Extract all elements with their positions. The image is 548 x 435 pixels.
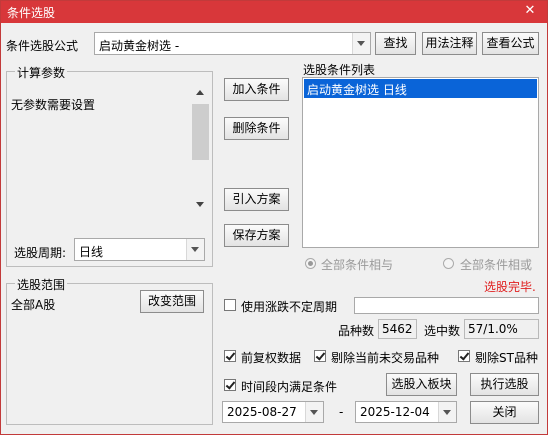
add-to-board-button[interactable]: 选股入板块 xyxy=(386,373,457,396)
scroll-thumb[interactable] xyxy=(192,104,209,160)
import-plan-button[interactable]: 引入方案 xyxy=(224,188,289,211)
status-text: 选股完毕. xyxy=(484,280,536,294)
exclude-st-checkbox[interactable] xyxy=(458,350,470,362)
find-button[interactable]: 查找 xyxy=(375,32,416,55)
time-range-checkbox[interactable] xyxy=(224,379,236,391)
condition-stock-picker-window: 条件选股 ✕ 条件选股公式 启动黄金树选 - 查找 用法注释 查看公式 计算参数… xyxy=(0,0,548,435)
chevron-down-icon[interactable] xyxy=(438,402,456,422)
time-range-label: 时间段内满足条件 xyxy=(241,380,338,394)
list-item[interactable]: 启动黄金树选 日线 xyxy=(304,79,537,98)
period-select[interactable]: 日线 xyxy=(74,238,205,261)
change-range-button[interactable]: 改变范围 xyxy=(140,290,204,313)
exclude-st-label: 剔除ST品种 xyxy=(475,351,538,365)
count-value: 5462 xyxy=(378,319,417,339)
chevron-down-icon[interactable] xyxy=(305,402,323,422)
end-date-picker[interactable]: 2025-12-04 xyxy=(355,401,457,423)
params-scrollbar[interactable] xyxy=(192,84,209,214)
range-group: 选股范围 全部A股 改变范围 xyxy=(6,276,213,425)
view-formula-button[interactable]: 查看公式 xyxy=(482,32,539,55)
hit-label: 选中数 xyxy=(424,324,461,338)
and-radio-label: 全部条件相与 xyxy=(321,258,394,272)
chevron-down-icon[interactable] xyxy=(352,33,370,54)
start-date-picker[interactable]: 2025-08-27 xyxy=(222,401,324,423)
run-selection-button[interactable]: 执行选股 xyxy=(470,373,539,396)
chevron-down-icon[interactable] xyxy=(186,239,204,260)
condition-list[interactable]: 启动黄金树选 日线 xyxy=(302,77,539,248)
window-title: 条件选股 xyxy=(7,6,56,20)
period-select-value: 日线 xyxy=(79,245,104,259)
end-date-value: 2025-12-04 xyxy=(360,405,430,419)
and-radio[interactable] xyxy=(305,258,316,269)
start-date-value: 2025-08-27 xyxy=(227,405,297,419)
params-group: 计算参数 无参数需要设置 选股周期: 日线 xyxy=(6,64,213,267)
exclude-untraded-checkbox[interactable] xyxy=(314,350,326,362)
adjusted-data-label: 前复权数据 xyxy=(241,351,302,365)
formula-label: 条件选股公式 xyxy=(6,39,79,53)
scroll-up-icon[interactable] xyxy=(196,90,204,95)
close-button[interactable]: 关闭 xyxy=(470,401,539,424)
exclude-untraded-label: 剔除当前未交易品种 xyxy=(331,351,440,365)
date-separator: - xyxy=(339,405,344,419)
params-message: 无参数需要设置 xyxy=(11,98,96,112)
condition-list-title: 选股条件列表 xyxy=(303,63,376,77)
remove-condition-button[interactable]: 删除条件 xyxy=(224,117,289,140)
or-radio-label: 全部条件相或 xyxy=(460,258,533,272)
close-icon[interactable]: ✕ xyxy=(515,1,545,23)
list-item-label: 启动黄金树选 日线 xyxy=(307,83,407,97)
scroll-down-icon[interactable] xyxy=(196,202,204,207)
formula-select[interactable]: 启动黄金树选 - xyxy=(94,32,371,55)
range-group-title: 选股范围 xyxy=(15,276,68,293)
usage-notes-button[interactable]: 用法注释 xyxy=(422,32,477,55)
adjusted-data-checkbox[interactable] xyxy=(224,350,236,362)
or-radio[interactable] xyxy=(443,258,454,269)
title-bar: 条件选股 ✕ xyxy=(1,1,547,23)
formula-select-value: 启动黄金树选 - xyxy=(99,39,180,53)
uneven-period-label: 使用涨跌不定周期 xyxy=(241,300,338,314)
range-value: 全部A股 xyxy=(11,298,56,312)
params-group-title: 计算参数 xyxy=(15,64,68,81)
hit-value: 57/1.0% xyxy=(464,319,539,339)
count-label: 品种数 xyxy=(338,324,375,338)
add-condition-button[interactable]: 加入条件 xyxy=(224,78,289,101)
uneven-period-input[interactable] xyxy=(354,297,539,314)
save-plan-button[interactable]: 保存方案 xyxy=(224,224,289,247)
uneven-period-checkbox[interactable] xyxy=(224,299,236,311)
period-label: 选股周期: xyxy=(14,246,67,260)
